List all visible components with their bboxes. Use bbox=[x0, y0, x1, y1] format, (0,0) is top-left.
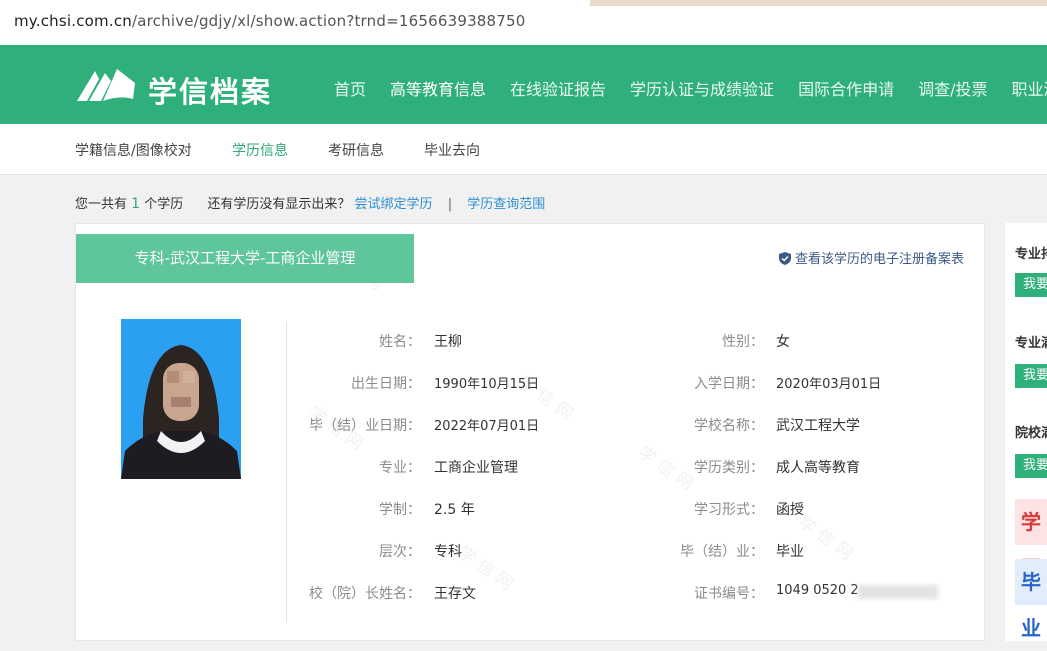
url-text[interactable]: my.chsi.com.cn/archive/gdjy/xl/show.acti… bbox=[14, 12, 526, 30]
sidebar-title: 院校满 bbox=[1015, 426, 1047, 441]
nav-online-report[interactable]: 在线验证报告 bbox=[510, 76, 606, 100]
nav-international[interactable]: 国际合作申请 bbox=[798, 76, 894, 100]
sidebar-title: 专业满 bbox=[1015, 336, 1047, 351]
tab-graduate-exam[interactable]: 考研信息 bbox=[328, 140, 384, 160]
sidebar-title: 专业排 bbox=[1015, 247, 1047, 262]
book-logo-icon[interactable] bbox=[75, 65, 137, 103]
query-scope-link[interactable]: 学历查询范围 bbox=[467, 197, 545, 212]
sidebar-button[interactable]: 我要 bbox=[1015, 273, 1047, 297]
degree-card: 学 信 网 学 信 网 学 信 网 学 信 网 学 信 网 学 信 网 学 信 … bbox=[75, 223, 985, 641]
sidebar-button[interactable]: 我要 bbox=[1015, 364, 1047, 388]
nav-career[interactable]: 职业测评 bbox=[1011, 76, 1047, 100]
nav-higher-education[interactable]: 高等教育信息 bbox=[390, 76, 486, 100]
site-header: 学信档案 首页 高等教育信息 在线验证报告 学历认证与成绩验证 国际合作申请 调… bbox=[0, 45, 1047, 124]
sidebar-button[interactable]: 我要 bbox=[1015, 454, 1047, 478]
bind-degree-link[interactable]: 尝试绑定学历 bbox=[355, 197, 433, 212]
promo-banner-graduate[interactable]: 毕业 bbox=[1015, 559, 1047, 640]
view-registration-link[interactable]: 查看该学历的电子注册备案表 bbox=[778, 248, 964, 267]
right-sidebar: 专业排 我要 专业满 我要 院校满 我要 学历 毕业 bbox=[1005, 223, 1047, 641]
tab-degree-info[interactable]: 学历信息 bbox=[232, 140, 288, 160]
degree-count: 1 bbox=[131, 196, 141, 212]
nav-survey[interactable]: 调查/投票 bbox=[918, 76, 987, 100]
promo-banner-degree[interactable]: 学历 bbox=[1015, 499, 1047, 580]
tab-enrollment[interactable]: 学籍信息/图像校对 bbox=[75, 140, 192, 160]
tab-graduation-destination[interactable]: 毕业去向 bbox=[424, 140, 480, 160]
degree-title-tag: 专科-武汉工程大学-工商企业管理 bbox=[76, 234, 414, 283]
brand-title[interactable]: 学信档案 bbox=[148, 69, 272, 111]
browser-top-strip bbox=[590, 0, 1047, 6]
watermark: 学 信 网 bbox=[794, 512, 857, 565]
sub-nav: 学籍信息/图像校对 学历信息 考研信息 毕业去向 bbox=[0, 124, 1047, 175]
main-nav: 首页 高等教育信息 在线验证报告 学历认证与成绩验证 国际合作申请 调查/投票 … bbox=[334, 76, 1047, 100]
redacted-block bbox=[858, 585, 938, 599]
portrait-image bbox=[121, 319, 241, 479]
shield-icon bbox=[778, 252, 791, 265]
student-photo bbox=[121, 319, 241, 479]
nav-home[interactable]: 首页 bbox=[334, 76, 366, 100]
nav-certification[interactable]: 学历认证与成绩验证 bbox=[630, 76, 774, 100]
degree-count-line: 您一共有 1 个学历 还有学历没有显示出来？ 尝试绑定学历 | 学历查询范围 bbox=[75, 196, 546, 212]
browser-address-bar[interactable]: my.chsi.com.cn/archive/gdjy/xl/show.acti… bbox=[0, 0, 1047, 46]
